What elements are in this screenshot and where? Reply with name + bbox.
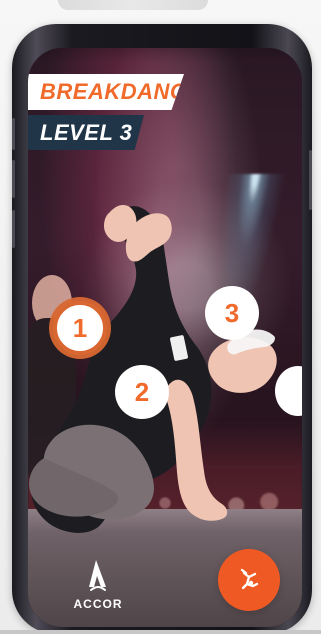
hotspot-1-button[interactable]: 1	[53, 301, 107, 355]
mobile-preview: BREAKDANCE LEVEL 3 1 2 3 ACCOR	[0, 0, 321, 634]
hotspot-2-button[interactable]: 2	[115, 365, 169, 419]
hotspot-3-button[interactable]: 3	[205, 286, 259, 340]
action-button[interactable]	[218, 549, 280, 611]
title-primary: BREAKDANCE	[28, 74, 184, 110]
breakdance-pose-icon	[240, 568, 259, 590]
phone-side-button-bottom	[12, 210, 15, 248]
screen-top-shadow	[28, 48, 302, 62]
accor-mark-icon	[89, 560, 106, 591]
bottom-strip	[0, 630, 321, 634]
accor-logo: ACCOR	[58, 557, 138, 611]
brand-wordmark: ACCOR	[73, 597, 123, 611]
app-screen: BREAKDANCE LEVEL 3 1 2 3 ACCOR	[28, 48, 302, 627]
title-secondary: LEVEL 3	[28, 115, 144, 150]
phone-side-button-right	[309, 150, 312, 210]
top-edge-blur	[58, 0, 208, 10]
phone-side-button-middle	[12, 160, 15, 198]
phone-side-button-top	[12, 118, 15, 150]
